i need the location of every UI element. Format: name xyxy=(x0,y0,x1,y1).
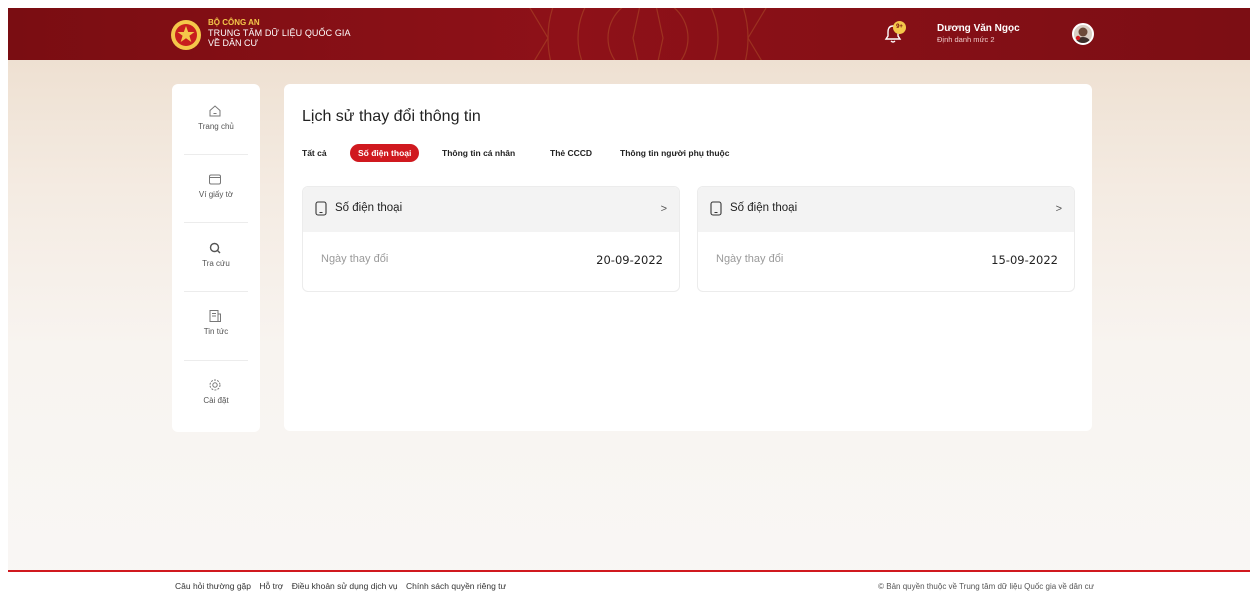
org-name-line3: VỀ DÂN CƯ xyxy=(208,38,259,48)
footer-link-support[interactable]: Hỗ trợ xyxy=(259,581,283,591)
user-info[interactable]: Dương Văn Ngọc Định danh mức 2 xyxy=(937,23,1020,45)
change-date-label: Ngày thay đổi xyxy=(716,253,784,265)
user-name: Dương Văn Ngọc xyxy=(937,23,1020,34)
brand-text: BỘ CÔNG AN TRUNG TÂM DỮ LIỆU QUỐC GIA VỀ… xyxy=(208,18,351,48)
sidebar-divider xyxy=(184,154,248,155)
change-date-value: 15-09-2022 xyxy=(991,253,1058,267)
card-title: Số điện thoại xyxy=(335,202,403,214)
main-panel: Lịch sử thay đổi thông tin Tất cả Số điệ… xyxy=(284,84,1092,431)
footer-link-faq[interactable]: Câu hỏi thường gặp xyxy=(175,581,251,591)
chevron-right-icon: > xyxy=(1055,203,1062,215)
change-date-label: Ngày thay đổi xyxy=(321,253,389,265)
news-icon xyxy=(209,310,221,322)
card-title: Số điện thoại xyxy=(730,202,798,214)
footer-link-terms[interactable]: Điều khoản sử dụng dịch vụ xyxy=(292,581,398,591)
phone-icon xyxy=(315,201,327,216)
sidebar-divider xyxy=(184,291,248,292)
card-header[interactable]: Số điện thoại > xyxy=(698,187,1074,232)
top-header: BỘ CÔNG AN TRUNG TÂM DỮ LIỆU QUỐC GIA VỀ… xyxy=(8,8,1250,60)
page: BỘ CÔNG AN TRUNG TÂM DỮ LIỆU QUỐC GIA VỀ… xyxy=(8,8,1250,601)
footer: Câu hỏi thường gặp Hỗ trợ Điều khoản sử … xyxy=(8,572,1250,601)
change-date-value: 20-09-2022 xyxy=(596,253,663,267)
search-icon xyxy=(209,242,221,254)
footer-links: Câu hỏi thường gặp Hỗ trợ Điều khoản sử … xyxy=(175,581,512,591)
sidebar-item-label: Cài đặt xyxy=(203,396,229,405)
phone-icon xyxy=(710,201,722,216)
page-title: Lịch sử thay đổi thông tin xyxy=(302,108,481,125)
tab-personal-info[interactable]: Thông tin cá nhân xyxy=(442,144,515,162)
change-history-card[interactable]: Số điện thoại > Ngày thay đổi 20-09-2022 xyxy=(302,186,680,292)
sidebar-item-label: Ví giấy tờ xyxy=(198,190,234,199)
home-icon xyxy=(209,105,221,117)
card-header[interactable]: Số điện thoại > xyxy=(303,187,679,232)
sidebar-nav: Trang chủ Ví giấy tờ Tra cứu Tin tức Cài… xyxy=(172,84,260,432)
notification-button[interactable]: 9+ xyxy=(884,21,906,46)
tab-phone-number[interactable]: Số điện thoại xyxy=(350,144,420,162)
sidebar-item-label: Tra cứu xyxy=(202,259,230,268)
org-name-line2: TRUNG TÂM DỮ LIỆU QUỐC GIA xyxy=(208,28,351,38)
sidebar-item-settings[interactable]: Cài đặt xyxy=(172,378,260,436)
avatar-image xyxy=(1074,25,1092,43)
sidebar-item-news[interactable]: Tin tức xyxy=(172,309,260,367)
tab-dependents-info[interactable]: Thông tin người phụ thuộc xyxy=(620,144,729,162)
drum-pattern-decoration xyxy=(529,8,767,60)
wallet-icon xyxy=(209,174,221,185)
footer-link-privacy[interactable]: Chính sách quyền riêng tư xyxy=(406,581,506,591)
tab-all[interactable]: Tất cả xyxy=(302,144,327,162)
tab-cccd-card[interactable]: Thẻ CCCD xyxy=(550,144,592,162)
notification-count-badge: 9+ xyxy=(893,21,906,34)
org-name-line1: BỘ CÔNG AN xyxy=(208,18,260,27)
change-history-card[interactable]: Số điện thoại > Ngày thay đổi 15-09-2022 xyxy=(697,186,1075,292)
settings-icon xyxy=(209,379,221,391)
user-avatar[interactable] xyxy=(1072,23,1094,45)
user-verification-level: Định danh mức 2 xyxy=(937,35,995,44)
sidebar-item-label: Trang chủ xyxy=(198,122,234,131)
ministry-emblem-logo[interactable] xyxy=(170,18,202,52)
sidebar-item-label: Tin tức xyxy=(203,327,229,336)
chevron-right-icon: > xyxy=(660,203,667,215)
sidebar-divider xyxy=(184,360,248,361)
sidebar-divider xyxy=(184,222,248,223)
copyright-text: © Bản quyền thuộc về Trung tâm dữ liệu Q… xyxy=(878,582,1094,591)
